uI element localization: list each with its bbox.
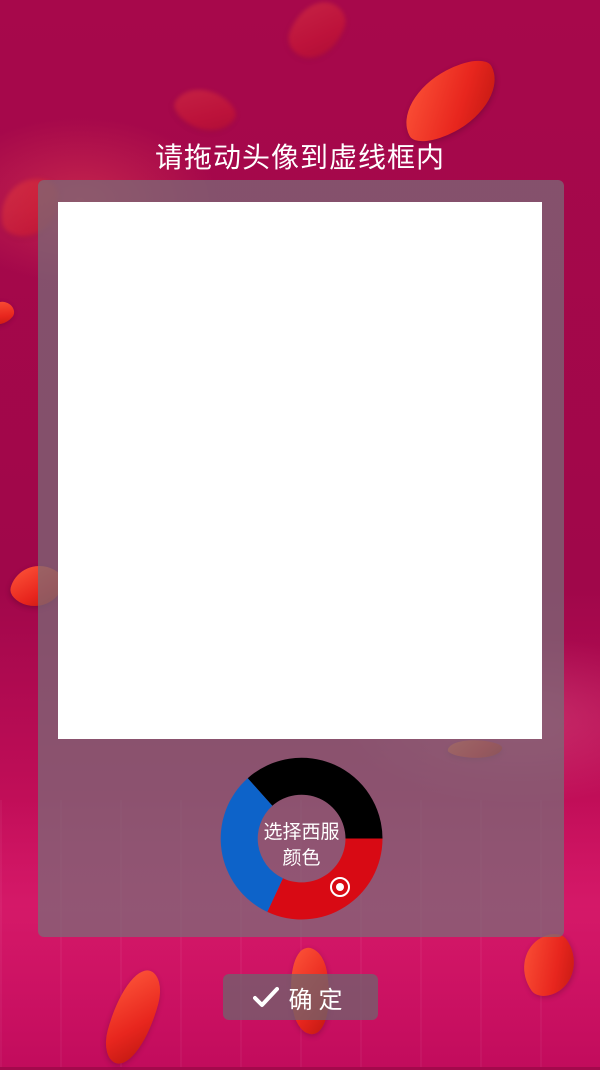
check-icon (252, 987, 279, 1007)
color-wheel-label-line2: 颜色 (282, 847, 321, 869)
confirm-button[interactable]: 确定 (223, 974, 378, 1020)
color-wheel-label-line1: 选择西服 (263, 821, 340, 843)
avatar-drop-area[interactable] (58, 202, 542, 739)
selected-radio-icon (330, 877, 350, 897)
suit-color-wheel[interactable]: 选择西服 颜色 (220, 757, 383, 920)
confirm-label: 确定 (288, 985, 349, 1014)
instruction-title: 请拖动头像到虚线框内 (154, 141, 445, 174)
color-wheel-label: 选择西服 颜色 (250, 819, 353, 871)
